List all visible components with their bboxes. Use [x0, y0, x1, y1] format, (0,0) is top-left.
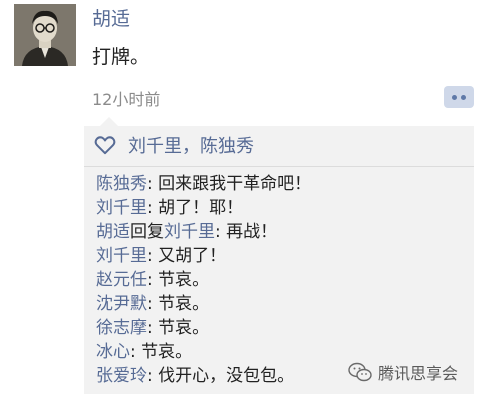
comment-author[interactable]: 冰心: [96, 342, 130, 362]
panel-arrow: [100, 117, 118, 126]
divider: [84, 166, 474, 167]
watermark: 腾讯思享会: [348, 360, 458, 384]
more-dot-icon: [452, 95, 457, 100]
comment-text: : 再战！: [215, 222, 278, 242]
post-text: 打牌。: [92, 46, 150, 68]
comment-author[interactable]: 刘千里: [96, 198, 147, 218]
likes-row: 刘千里，陈独秀: [94, 132, 254, 158]
likes-names[interactable]: 刘千里，陈独秀: [128, 132, 254, 158]
comment-item[interactable]: 陈独秀: 回来跟我干革命吧！: [96, 172, 311, 196]
comment-text: : 节哀。: [147, 270, 210, 290]
comment-author[interactable]: 徐志摩: [96, 318, 147, 338]
comment-author[interactable]: 胡适: [96, 222, 130, 242]
portrait-image: [14, 4, 76, 66]
comment-text: : 胡了！耶！: [147, 198, 244, 218]
heart-icon: [94, 136, 116, 155]
comment-item[interactable]: 张爱玲: 伐开心，没包包。: [96, 364, 311, 388]
reply-to-user[interactable]: 刘千里: [164, 222, 215, 242]
post-time: 12小时前: [92, 90, 161, 109]
comment-item[interactable]: 刘千里: 胡了！耶！: [96, 196, 311, 220]
comment-text: : 节哀。: [147, 294, 210, 314]
interaction-panel: 刘千里，陈独秀 陈独秀: 回来跟我干革命吧！ 刘千里: 胡了！耶！ 胡适回复刘千…: [84, 126, 474, 394]
comment-author[interactable]: 赵元任: [96, 270, 147, 290]
comment-button[interactable]: [444, 86, 474, 108]
author-avatar[interactable]: [14, 4, 76, 66]
comment-item[interactable]: 胡适回复刘千里: 再战！: [96, 220, 311, 244]
comment-text: : 伐开心，没包包。: [147, 366, 295, 386]
comment-author[interactable]: 陈独秀: [96, 174, 147, 194]
wechat-icon: [348, 362, 372, 382]
watermark-text: 腾讯思享会: [377, 364, 458, 383]
comment-item[interactable]: 冰心: 节哀。: [96, 340, 311, 364]
more-dot-icon: [461, 95, 466, 100]
comment-text: : 节哀。: [130, 342, 193, 362]
author-name[interactable]: 胡适: [92, 4, 130, 31]
comment-text: : 又胡了！: [147, 246, 227, 266]
comment-author[interactable]: 张爱玲: [96, 366, 147, 386]
reply-word: 回复: [130, 222, 164, 242]
comment-author[interactable]: 刘千里: [96, 246, 147, 266]
comment-item[interactable]: 沈尹默: 节哀。: [96, 292, 311, 316]
comment-author[interactable]: 沈尹默: [96, 294, 147, 314]
comment-item[interactable]: 刘千里: 又胡了！: [96, 244, 311, 268]
comment-text: : 节哀。: [147, 318, 210, 338]
comment-item[interactable]: 赵元任: 节哀。: [96, 268, 311, 292]
comment-item[interactable]: 徐志摩: 节哀。: [96, 316, 311, 340]
comment-text: : 回来跟我干革命吧！: [147, 174, 312, 194]
comment-list: 陈独秀: 回来跟我干革命吧！ 刘千里: 胡了！耶！ 胡适回复刘千里: 再战！ 刘…: [96, 172, 311, 388]
